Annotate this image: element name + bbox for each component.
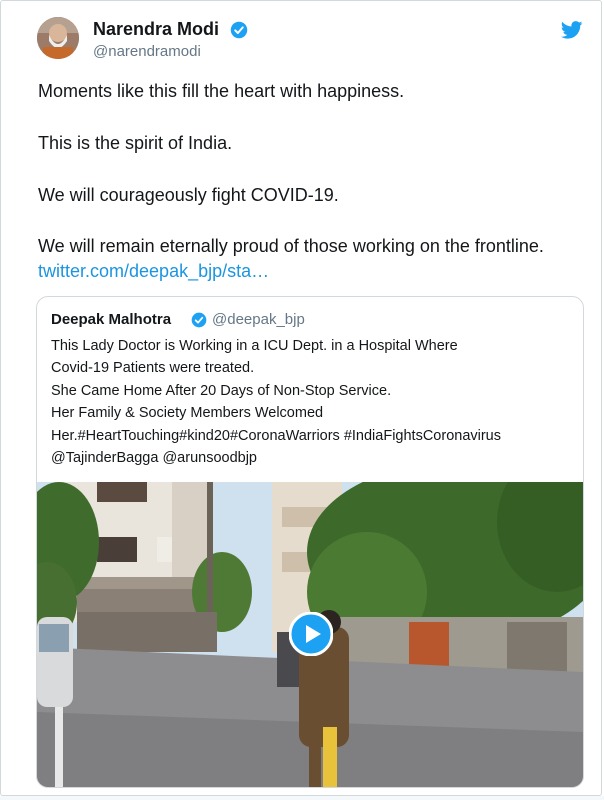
author-handle[interactable]: @narendramodi bbox=[93, 43, 201, 60]
tweet-text-line: We will remain eternally proud of those … bbox=[38, 236, 544, 256]
quoted-text-line: Covid-19 Patients were treated. bbox=[51, 360, 255, 376]
tweet-text-line: Moments like this fill the heart with ha… bbox=[38, 81, 405, 101]
embedded-tweet-card: Narendra Modi @narendramodi Moments like… bbox=[0, 0, 602, 796]
tweet-link[interactable]: twitter.com/deepak_bjp/sta… bbox=[38, 261, 269, 282]
verified-badge-icon bbox=[191, 312, 207, 328]
video-thumbnail[interactable] bbox=[37, 482, 583, 787]
author-avatar[interactable] bbox=[37, 17, 79, 59]
tweet-text-line: This is the spirit of India. bbox=[38, 133, 233, 153]
quoted-text-line: This Lady Doctor is Working in a ICU Dep… bbox=[51, 338, 458, 354]
bottom-divider bbox=[0, 796, 604, 800]
author-name[interactable]: Narendra Modi bbox=[93, 19, 219, 40]
quoted-text-line: Her.#HeartTouching#kind20#CoronaWarriors… bbox=[51, 428, 501, 444]
play-icon[interactable] bbox=[289, 612, 333, 656]
quoted-text-line: She Came Home After 20 Days of Non-Stop … bbox=[51, 383, 392, 399]
tweet-text-line: We will courageously fight COVID-19. bbox=[38, 185, 339, 205]
twitter-bird-icon[interactable] bbox=[561, 21, 583, 39]
quoted-author-handle[interactable]: @deepak_bjp bbox=[212, 311, 305, 328]
quoted-tweet[interactable]: Deepak Malhotra @deepak_bjp This Lady Do… bbox=[36, 296, 584, 788]
quoted-text-line: @TajinderBagga @arunsoodbjp bbox=[51, 450, 257, 466]
quoted-text-line: Her Family & Society Members Welcomed bbox=[51, 405, 324, 421]
verified-badge-icon bbox=[230, 21, 248, 39]
quoted-author-name[interactable]: Deepak Malhotra bbox=[51, 311, 171, 328]
